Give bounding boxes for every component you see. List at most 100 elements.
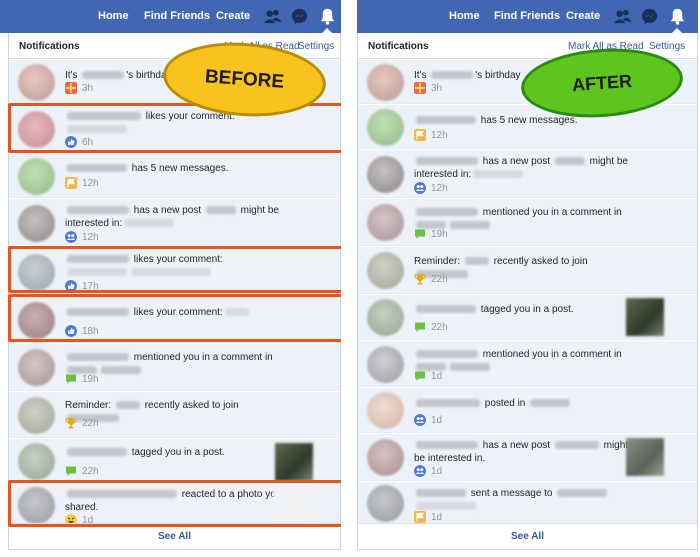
avatar xyxy=(367,252,404,289)
notification-time: 12h xyxy=(431,183,448,194)
avatar xyxy=(367,109,404,146)
notification-time: 12h xyxy=(431,130,448,141)
nav-create-link[interactable]: Create xyxy=(566,10,600,22)
post-thumbnail[interactable] xyxy=(275,443,313,481)
gift-icon xyxy=(414,82,426,94)
notification-time: 1d xyxy=(431,512,443,523)
notifications-title: Notifications xyxy=(19,41,80,52)
see-all-link[interactable]: See All xyxy=(158,531,191,542)
notification-text: posted in xyxy=(414,397,632,410)
nav-find-friends-link[interactable]: Find Friends xyxy=(144,10,210,22)
notification-time: 19h xyxy=(82,374,99,385)
notification-text: has a new post might be interested in: xyxy=(65,205,279,229)
notification-item[interactable]: mentioned you in a comment in 19h xyxy=(358,199,697,246)
friends-icon[interactable] xyxy=(613,7,632,26)
comment-icon xyxy=(66,466,76,476)
notification-time: 22h xyxy=(431,274,448,285)
group-icon xyxy=(414,414,426,426)
flag-icon xyxy=(65,177,77,189)
notifications-dropdown: Notifications Mark All as Read Settings … xyxy=(357,33,698,550)
see-all-link[interactable]: See All xyxy=(511,531,544,542)
notification-time: 1d xyxy=(431,415,443,426)
avatar xyxy=(18,349,55,386)
post-thumbnail[interactable] xyxy=(626,438,664,476)
settings-link[interactable]: Settings xyxy=(649,41,685,52)
flag-icon xyxy=(414,129,426,141)
comment-icon xyxy=(66,374,76,384)
comment-icon xyxy=(415,229,425,239)
notification-item[interactable]: mentioned you in a comment in 19h xyxy=(9,344,340,391)
group-icon xyxy=(414,465,426,477)
flag-icon xyxy=(414,511,426,523)
notification-time: 3h xyxy=(431,83,443,94)
panel-divider xyxy=(341,0,357,557)
avatar xyxy=(367,439,404,476)
gift-icon xyxy=(65,82,77,94)
avatar xyxy=(367,346,404,383)
comment-icon xyxy=(415,322,425,332)
notification-time: 22h xyxy=(82,418,99,429)
notification-text: mentioned you in a comment in xyxy=(414,348,632,374)
highlight-box xyxy=(8,480,344,527)
trophy-icon xyxy=(65,418,77,429)
notification-text: tagged you in a post. xyxy=(65,446,283,459)
notification-time: 3h xyxy=(82,83,94,94)
settings-link[interactable]: Settings xyxy=(298,41,334,52)
notification-item[interactable]: mentioned you in a comment in 1d xyxy=(358,341,697,387)
top-navbar: Home Find Friends Create xyxy=(357,0,698,34)
notification-item[interactable]: tagged you in a post. 22h xyxy=(9,439,340,484)
notification-text: has a new post might be interested in: xyxy=(414,156,628,180)
highlight-box xyxy=(8,294,344,342)
notification-time: 22h xyxy=(82,466,99,477)
panel-after: Home Find Friends Create Notifications M… xyxy=(357,0,698,557)
before-label-text: BEFORE xyxy=(204,66,285,93)
notification-item[interactable]: has a new post might be interested in. 1… xyxy=(358,434,697,481)
notification-item[interactable]: Reminder: recently asked to join 22h xyxy=(358,247,697,294)
notification-time: 12h xyxy=(82,178,99,189)
avatar xyxy=(18,205,55,242)
group-icon xyxy=(65,231,77,243)
notification-time: 1d xyxy=(431,371,443,382)
notification-text: sent a message to xyxy=(414,487,632,513)
notification-text: tagged you in a post. xyxy=(414,303,632,316)
notification-time: 1d xyxy=(431,466,443,477)
nav-find-friends-link[interactable]: Find Friends xyxy=(494,10,560,22)
messenger-icon[interactable] xyxy=(290,7,309,26)
after-label-text: AFTER xyxy=(571,70,633,96)
notifications-title: Notifications xyxy=(368,41,429,52)
avatar xyxy=(367,392,404,429)
friends-icon[interactable] xyxy=(263,7,282,26)
nav-home-link[interactable]: Home xyxy=(98,10,129,22)
notification-item[interactable]: posted in 1d xyxy=(358,388,697,433)
comment-icon xyxy=(415,371,425,381)
notification-item[interactable]: has a new post might be interested in: 1… xyxy=(9,199,340,247)
top-navbar: Home Find Friends Create xyxy=(0,0,341,34)
post-thumbnail[interactable] xyxy=(626,298,664,336)
notification-time: 19h xyxy=(431,229,448,240)
notification-item[interactable]: tagged you in a post. 22h xyxy=(358,295,697,340)
notifications-footer: See All xyxy=(358,523,697,549)
avatar xyxy=(18,443,55,480)
avatar xyxy=(18,158,55,195)
avatar xyxy=(367,64,404,101)
nav-create-link[interactable]: Create xyxy=(216,10,250,22)
avatar xyxy=(367,299,404,336)
avatar xyxy=(367,485,404,522)
avatar xyxy=(18,64,55,101)
notification-item[interactable]: has a new post might be interested in: 1… xyxy=(358,150,697,198)
notification-item[interactable]: has 5 new messages. 12h xyxy=(9,154,340,198)
notification-time: 22h xyxy=(431,322,448,333)
bell-icon[interactable] xyxy=(318,7,337,26)
notification-item[interactable]: has 5 new messages. 12h xyxy=(358,105,697,149)
notification-item[interactable]: sent a message to 1d xyxy=(358,482,697,523)
panel-before: Home Find Friends Create Notifications M… xyxy=(0,0,344,557)
nav-home-link[interactable]: Home xyxy=(449,10,480,22)
avatar xyxy=(367,204,404,241)
group-icon xyxy=(414,182,426,194)
messenger-icon[interactable] xyxy=(640,7,659,26)
notification-item[interactable]: Reminder: recently asked to join 22h xyxy=(9,392,340,438)
notification-text: has 5 new messages. xyxy=(65,162,283,175)
highlight-box xyxy=(8,246,344,293)
avatar xyxy=(367,156,404,193)
bell-icon[interactable] xyxy=(668,7,687,26)
